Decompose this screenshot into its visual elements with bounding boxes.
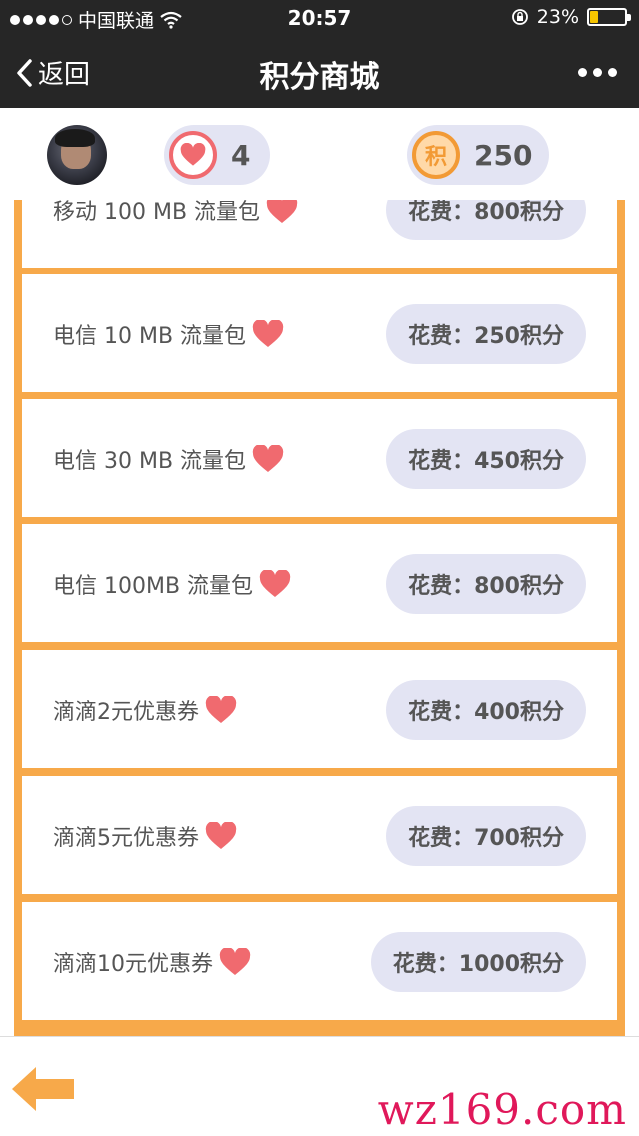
- heart-badge-icon: [169, 131, 217, 179]
- redeem-button[interactable]: 花费：800积分: [386, 200, 586, 240]
- list-item: 移动 100 MB 流量包 花费：800积分: [22, 200, 617, 268]
- more-dot-icon: [593, 68, 602, 77]
- points-count: 250: [474, 138, 533, 172]
- item-label-row: 滴滴10元优惠券: [53, 946, 251, 978]
- heart-icon: [266, 200, 298, 223]
- points-pill: 积 250: [407, 125, 549, 185]
- more-button[interactable]: [578, 68, 617, 77]
- list-item: 滴滴2元优惠券 花费：400积分: [22, 650, 617, 768]
- heart-icon: [219, 948, 251, 975]
- heart-icon: [252, 320, 284, 347]
- top-bar: 中国联通 20:57 23% 返回 积分商城: [0, 0, 639, 108]
- heart-icon: [252, 445, 284, 472]
- heart-icon: [180, 143, 206, 166]
- redeem-button[interactable]: 花费：800积分: [386, 554, 586, 614]
- battery-icon: [587, 8, 631, 26]
- watermark: wz169.com: [377, 1085, 627, 1134]
- heart-icon: [259, 570, 291, 597]
- status-right: 23%: [511, 6, 631, 28]
- redeem-button[interactable]: 花费：250积分: [386, 304, 586, 364]
- item-label: 滴滴5元优惠券: [53, 826, 199, 851]
- avatar[interactable]: [47, 125, 107, 185]
- battery-percent: 23%: [536, 6, 579, 28]
- item-label: 滴滴2元优惠券: [53, 700, 199, 725]
- page-title: 积分商城: [259, 60, 380, 95]
- battery-fill: [590, 11, 598, 23]
- points-coin-icon: 积: [412, 131, 460, 179]
- bottom-bar: wz169.com: [0, 1036, 639, 1136]
- status-bar: 中国联通 20:57 23%: [0, 0, 639, 36]
- item-label-row: 滴滴2元优惠券: [53, 694, 237, 726]
- heart-icon: [205, 696, 237, 723]
- item-label: 电信 10 MB 流量包: [53, 324, 247, 349]
- item-label-row: 电信 100MB 流量包: [53, 568, 291, 600]
- list-item: 电信 30 MB 流量包 花费：450积分: [22, 399, 617, 517]
- redeem-button[interactable]: 花费：700积分: [386, 806, 586, 866]
- item-label: 电信 30 MB 流量包: [53, 449, 247, 474]
- redeem-button[interactable]: 花费：1000积分: [370, 932, 586, 992]
- item-label-row: 电信 30 MB 流量包: [53, 443, 284, 475]
- item-label-row: 移动 100 MB 流量包: [53, 200, 298, 226]
- list-item: 电信 100MB 流量包 花费：800积分: [22, 524, 617, 642]
- reward-list[interactable]: 移动 100 MB 流量包 花费：800积分 电信 10 MB 流量包 花费：2…: [0, 200, 639, 1036]
- list-item: 滴滴10元优惠券 花费：1000积分: [22, 902, 617, 1020]
- nav-bar: 返回 积分商城: [0, 36, 639, 108]
- list-item: 电信 10 MB 流量包 花费：250积分: [22, 274, 617, 392]
- heart-icon: [205, 822, 237, 849]
- list-item: 滴滴5元优惠券 花费：700积分: [22, 776, 617, 894]
- more-dot-icon: [578, 68, 587, 77]
- item-label: 滴滴10元优惠券: [53, 952, 213, 977]
- more-dot-icon: [608, 68, 617, 77]
- item-label: 电信 100MB 流量包: [53, 574, 254, 599]
- profile-summary: 4 积 250: [0, 108, 639, 200]
- arrow-left-icon[interactable]: [10, 1064, 76, 1114]
- redeem-button[interactable]: 花费：450积分: [386, 429, 586, 489]
- redeem-button[interactable]: 花费：400积分: [386, 680, 586, 740]
- hearts-pill: 4: [164, 125, 270, 185]
- hearts-count: 4: [231, 138, 251, 172]
- item-label: 移动 100 MB 流量包: [53, 200, 261, 225]
- item-label-row: 滴滴5元优惠券: [53, 820, 237, 852]
- rotation-lock-icon: [511, 9, 528, 25]
- item-label-row: 电信 10 MB 流量包: [53, 318, 284, 350]
